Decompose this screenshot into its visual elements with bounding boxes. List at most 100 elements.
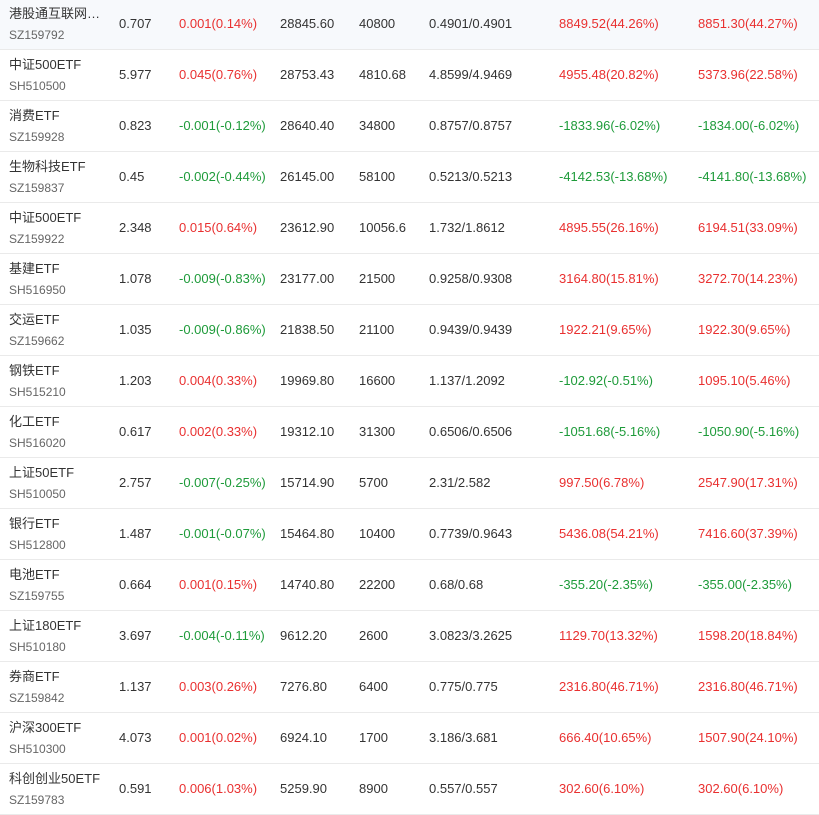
holding-quantity: 22200 — [359, 577, 396, 592]
price-change: 0.003(0.26%) — [179, 679, 258, 694]
table-row[interactable]: 交运ETF SZ159662 1.035 -0.009(-0.86%) 2183… — [0, 305, 819, 356]
holding-quantity: 10056.6 — [359, 220, 406, 235]
table-row[interactable]: 上证50ETF SH510050 2.757 -0.007(-0.25%) 15… — [0, 458, 819, 509]
holding-quantity: 34800 — [359, 118, 396, 133]
table-row[interactable]: 上证180ETF SH510180 3.697 -0.004(-0.11%) 9… — [0, 611, 819, 662]
total-pnl: 6194.51(33.09%) — [698, 220, 798, 235]
price-change: 0.006(1.03%) — [179, 781, 258, 796]
table-row[interactable]: 消费ETF SZ159928 0.823 -0.001(-0.12%) 2864… — [0, 101, 819, 152]
table-row[interactable]: 券商ETF SZ159842 1.137 0.003(0.26%) 7276.8… — [0, 662, 819, 713]
fund-name[interactable]: 上证50ETF — [9, 464, 109, 482]
table-row[interactable]: 沪深300ETF SH510300 4.073 0.001(0.02%) 692… — [0, 713, 819, 764]
current-price: 3.697 — [119, 628, 152, 643]
floating-pnl: 5436.08(54.21%) — [559, 526, 659, 541]
holding-quantity: 40800 — [359, 16, 396, 31]
table-row[interactable]: 基建ETF SH516950 1.078 -0.009(-0.83%) 2317… — [0, 254, 819, 305]
fund-name-cell[interactable]: 生物科技ETF SZ159837 — [9, 158, 109, 197]
fund-name-cell[interactable]: 沪深300ETF SH510300 — [9, 719, 109, 758]
fund-name[interactable]: 钢铁ETF — [9, 362, 109, 380]
fund-name[interactable]: 券商ETF — [9, 668, 109, 686]
current-price: 0.45 — [119, 169, 145, 184]
floating-pnl: 3164.80(15.81%) — [559, 271, 659, 286]
fund-code: SH510050 — [9, 487, 66, 501]
fund-name-cell[interactable]: 上证180ETF SH510180 — [9, 617, 109, 656]
current-price: 0.823 — [119, 118, 152, 133]
fund-name[interactable]: 中证500ETF — [9, 209, 109, 227]
total-pnl: 1598.20(18.84%) — [698, 628, 798, 643]
price-change: -0.009(-0.83%) — [179, 271, 266, 286]
cost-price: 0.9258/0.9308 — [429, 271, 513, 286]
price-change: -0.009(-0.86%) — [179, 322, 266, 337]
price-change: -0.004(-0.11%) — [179, 628, 265, 643]
cost-price: 0.557/0.557 — [429, 781, 498, 796]
fund-name-cell[interactable]: 基建ETF SH516950 — [9, 260, 109, 299]
fund-code: SZ159922 — [9, 232, 65, 246]
fund-name-cell[interactable]: 中证500ETF SZ159922 — [9, 209, 109, 248]
fund-name[interactable]: 基建ETF — [9, 260, 109, 278]
fund-name[interactable]: 生物科技ETF — [9, 158, 109, 176]
fund-name[interactable]: 消费ETF — [9, 107, 109, 125]
total-pnl: 7416.60(37.39%) — [698, 526, 798, 541]
cost-price: 0.7739/0.9643 — [429, 526, 513, 541]
table-row[interactable]: 港股通互联网… SZ159792 0.707 0.001(0.14%) 2884… — [0, 0, 819, 50]
fund-name[interactable]: 沪深300ETF — [9, 719, 109, 737]
fund-code: SH516950 — [9, 283, 66, 297]
fund-name[interactable]: 银行ETF — [9, 515, 109, 533]
fund-name-cell[interactable]: 化工ETF SH516020 — [9, 413, 109, 452]
table-row[interactable]: 银行ETF SH512800 1.487 -0.001(-0.07%) 1546… — [0, 509, 819, 560]
price-change: -0.001(-0.07%) — [179, 526, 266, 541]
cost-price: 1.732/1.8612 — [429, 220, 505, 235]
market-value: 5259.90 — [280, 781, 327, 796]
fund-name-cell[interactable]: 银行ETF SH512800 — [9, 515, 109, 554]
cost-price: 2.31/2.582 — [429, 475, 491, 490]
fund-name-cell[interactable]: 港股通互联网… SZ159792 — [9, 5, 109, 44]
fund-name[interactable]: 中证500ETF — [9, 56, 109, 74]
total-pnl: 302.60(6.10%) — [698, 781, 784, 796]
table-row[interactable]: 中证500ETF SH510500 5.977 0.045(0.76%) 287… — [0, 50, 819, 101]
table-row[interactable]: 生物科技ETF SZ159837 0.45 -0.002(-0.44%) 261… — [0, 152, 819, 203]
fund-name-cell[interactable]: 券商ETF SZ159842 — [9, 668, 109, 707]
fund-name-cell[interactable]: 科创创业50ETF SZ159783 — [9, 770, 109, 809]
price-change: 0.001(0.15%) — [179, 577, 258, 592]
holding-quantity: 1700 — [359, 730, 388, 745]
fund-name-cell[interactable]: 中证500ETF SH510500 — [9, 56, 109, 95]
fund-name[interactable]: 港股通互联网… — [9, 5, 109, 23]
cost-price: 0.68/0.68 — [429, 577, 484, 592]
price-change: -0.002(-0.44%) — [179, 169, 266, 184]
floating-pnl: 997.50(6.78%) — [559, 475, 645, 490]
holdings-table: 港股通互联网… SZ159792 0.707 0.001(0.14%) 2884… — [0, 0, 819, 815]
market-value: 26145.00 — [280, 169, 335, 184]
total-pnl: 2547.90(17.31%) — [698, 475, 798, 490]
current-price: 4.073 — [119, 730, 152, 745]
fund-name-cell[interactable]: 交运ETF SZ159662 — [9, 311, 109, 350]
total-pnl: 1922.30(9.65%) — [698, 322, 791, 337]
table-row[interactable]: 科创创业50ETF SZ159783 0.591 0.006(1.03%) 52… — [0, 764, 819, 815]
floating-pnl: 302.60(6.10%) — [559, 781, 645, 796]
market-value: 9612.20 — [280, 628, 327, 643]
floating-pnl: 4955.48(20.82%) — [559, 67, 659, 82]
current-price: 1.035 — [119, 322, 152, 337]
fund-code: SZ159842 — [9, 691, 65, 705]
cost-price: 3.0823/3.2625 — [429, 628, 513, 643]
fund-name-cell[interactable]: 消费ETF SZ159928 — [9, 107, 109, 146]
cost-price: 3.186/3.681 — [429, 730, 498, 745]
table-row[interactable]: 钢铁ETF SH515210 1.203 0.004(0.33%) 19969.… — [0, 356, 819, 407]
table-row[interactable]: 电池ETF SZ159755 0.664 0.001(0.15%) 14740.… — [0, 560, 819, 611]
current-price: 0.707 — [119, 16, 152, 31]
total-pnl: 8851.30(44.27%) — [698, 16, 798, 31]
market-value: 28640.40 — [280, 118, 335, 133]
fund-name[interactable]: 上证180ETF — [9, 617, 109, 635]
current-price: 1.137 — [119, 679, 152, 694]
fund-name[interactable]: 电池ETF — [9, 566, 109, 584]
fund-name-cell[interactable]: 钢铁ETF SH515210 — [9, 362, 109, 401]
fund-name[interactable]: 交运ETF — [9, 311, 109, 329]
floating-pnl: -4142.53(-13.68%) — [559, 169, 668, 184]
table-row[interactable]: 化工ETF SH516020 0.617 0.002(0.33%) 19312.… — [0, 407, 819, 458]
fund-name-cell[interactable]: 电池ETF SZ159755 — [9, 566, 109, 605]
fund-name[interactable]: 科创创业50ETF — [9, 770, 109, 788]
current-price: 0.617 — [119, 424, 152, 439]
fund-name-cell[interactable]: 上证50ETF SH510050 — [9, 464, 109, 503]
fund-name[interactable]: 化工ETF — [9, 413, 109, 431]
current-price: 5.977 — [119, 67, 152, 82]
table-row[interactable]: 中证500ETF SZ159922 2.348 0.015(0.64%) 236… — [0, 203, 819, 254]
